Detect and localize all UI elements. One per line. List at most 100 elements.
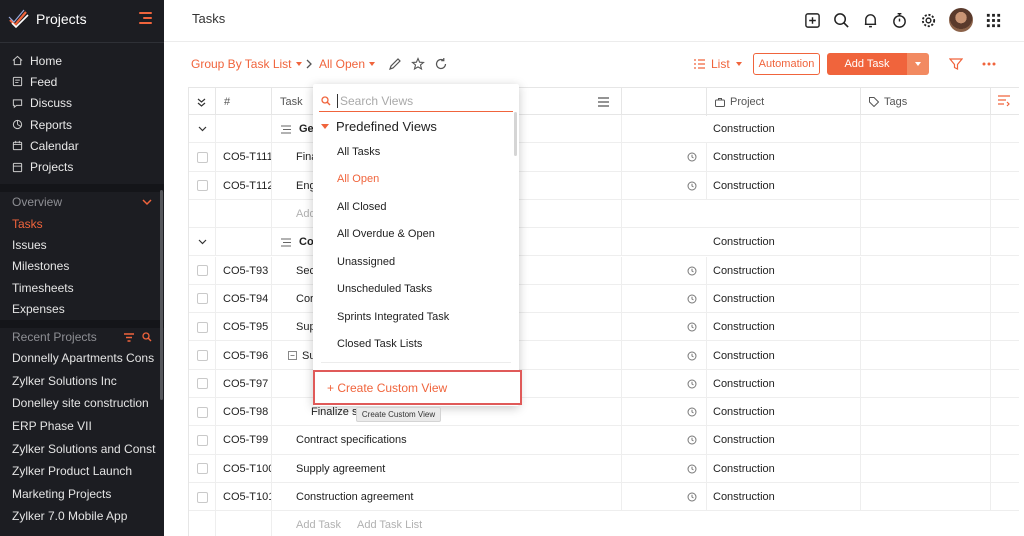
nav-item-discuss[interactable]: Discuss [0, 93, 164, 114]
recent-project-item[interactable]: Donelley site construction [0, 392, 160, 415]
sidebar-item-issues[interactable]: Issues [0, 234, 164, 255]
cell-tags[interactable] [861, 454, 991, 483]
cell-task-id[interactable]: CO5-T98 [216, 398, 272, 427]
cell-project[interactable]: Construction [707, 369, 861, 398]
add-task-button[interactable]: Add Task [827, 53, 907, 75]
cell-task-id[interactable]: CO5-T101 [216, 482, 272, 512]
view-item-all-open[interactable]: All Open [313, 166, 513, 194]
column-tags[interactable]: Tags [861, 88, 991, 116]
subtask-expand-icon[interactable] [288, 351, 297, 361]
cell-project[interactable]: Construction [707, 341, 861, 370]
brand[interactable]: Projects [8, 8, 87, 30]
group-by-dropdown[interactable]: Group By Task List [191, 57, 302, 71]
cell-task-id[interactable]: CO5-T95 [216, 313, 272, 342]
reminder-clock-icon[interactable] [687, 266, 697, 276]
add-task-link[interactable]: Add Task [296, 511, 356, 536]
view-item-unscheduled-tasks[interactable]: Unscheduled Tasks [313, 276, 513, 304]
row-checkbox[interactable] [196, 463, 208, 475]
edit-pencil-icon[interactable] [388, 57, 402, 71]
reminder-clock-icon[interactable] [687, 294, 697, 304]
filter-icon[interactable] [949, 57, 963, 71]
cell-project[interactable]: Construction [707, 454, 861, 483]
view-item-unassigned[interactable]: Unassigned [313, 248, 513, 276]
list-view-toggle[interactable]: List [694, 57, 742, 71]
predefined-views-section[interactable]: Predefined Views [321, 119, 437, 134]
sidebar-item-expenses[interactable]: Expenses [0, 298, 164, 319]
add-task-list-link[interactable]: Add Task List [357, 511, 447, 536]
cell-tags[interactable] [861, 228, 991, 257]
gear-icon[interactable] [920, 12, 937, 29]
cell-tags[interactable] [861, 313, 991, 342]
cell-task-id[interactable]: CO5-T100 [216, 454, 272, 483]
recent-project-item[interactable]: Donnelly Apartments Cons [0, 347, 160, 370]
table-row[interactable]: CO5-T100 Supply agreement Construction [189, 454, 1019, 483]
cell-tags[interactable] [861, 256, 991, 285]
chevron-down-icon[interactable] [198, 126, 207, 132]
table-row[interactable]: CO5-T99 Contract specifications Constructi… [189, 426, 1019, 455]
reminder-clock-icon[interactable] [687, 464, 697, 474]
reminder-clock-icon[interactable] [687, 492, 697, 502]
task-name[interactable]: Supply agreement [296, 463, 385, 475]
cell-tags[interactable] [861, 115, 991, 144]
view-item-all-overdue-open[interactable]: All Overdue & Open [313, 221, 513, 249]
task-name[interactable]: Contract specifications [296, 434, 407, 446]
search-views-input[interactable] [337, 93, 507, 108]
chevron-down-icon[interactable] [198, 239, 207, 245]
cell-project[interactable]: Construction [707, 426, 861, 455]
double-chevron-down-icon[interactable] [197, 98, 206, 107]
reminder-clock-icon[interactable] [687, 351, 697, 361]
row-checkbox[interactable] [196, 265, 208, 277]
view-item-all-tasks[interactable]: All Tasks [313, 138, 513, 166]
automation-button[interactable]: Automation [753, 53, 820, 75]
group-toggle[interactable] [189, 228, 216, 257]
recent-project-item[interactable]: Zylker Product Launch [0, 460, 160, 483]
cell-tags[interactable] [861, 199, 991, 229]
menu-icon[interactable] [139, 12, 152, 24]
cell-tags[interactable] [861, 398, 991, 427]
cell-project[interactable]: Construction [707, 171, 861, 200]
column-settings-icon[interactable] [998, 95, 1010, 107]
cell-tags[interactable] [861, 143, 991, 172]
sidebar-item-tasks[interactable]: Tasks [0, 213, 164, 234]
cell-task-id[interactable]: CO5-T111 [216, 143, 272, 172]
add-square-icon[interactable] [804, 12, 821, 29]
reminder-clock-icon[interactable] [687, 407, 697, 417]
nav-item-feed[interactable]: Feed [0, 71, 164, 92]
cell-task-id[interactable]: CO5-T93 [216, 256, 272, 285]
timer-icon[interactable] [891, 12, 908, 29]
row-checkbox[interactable] [196, 378, 208, 390]
row-checkbox[interactable] [196, 151, 208, 163]
apps-grid-icon[interactable] [985, 12, 1002, 29]
row-checkbox[interactable] [196, 350, 208, 362]
bell-icon[interactable] [862, 12, 879, 29]
row-checkbox[interactable] [196, 293, 208, 305]
cell-tags[interactable] [861, 284, 991, 314]
overview-section[interactable]: Overview [12, 195, 152, 209]
cell-project[interactable]: Construction [707, 228, 861, 257]
cell-project[interactable]: Construction [707, 398, 861, 427]
search-views-field[interactable] [319, 90, 513, 112]
row-checkbox[interactable] [196, 406, 208, 418]
search-icon[interactable] [142, 332, 152, 342]
nav-item-projects[interactable]: Projects [0, 156, 164, 177]
cell-tags[interactable] [861, 426, 991, 455]
cell-tags[interactable] [861, 171, 991, 200]
recent-project-item[interactable]: Zylker 7.0 Mobile App [0, 505, 160, 528]
cell-project[interactable]: Construction [707, 115, 861, 144]
task-name[interactable]: Cor [296, 293, 314, 305]
task-name[interactable]: Construction agreement [296, 491, 413, 503]
create-custom-view-button[interactable]: + Create Custom View [313, 370, 522, 405]
cell-project[interactable] [707, 199, 861, 229]
nav-item-calendar[interactable]: Calendar [0, 135, 164, 156]
cell-project[interactable]: Construction [707, 482, 861, 512]
row-checkbox[interactable] [196, 434, 208, 446]
more-icon[interactable] [981, 57, 997, 71]
cell-project[interactable]: Construction [707, 143, 861, 172]
avatar[interactable] [949, 8, 973, 32]
cell-tags[interactable] [861, 341, 991, 370]
sidebar-item-timesheets[interactable]: Timesheets [0, 277, 164, 298]
cell-tags[interactable] [861, 482, 991, 512]
recent-project-item[interactable]: Zylker Solutions and Const [0, 437, 160, 460]
dropdown-scrollbar[interactable] [514, 112, 517, 156]
cell-project[interactable]: Construction [707, 256, 861, 285]
